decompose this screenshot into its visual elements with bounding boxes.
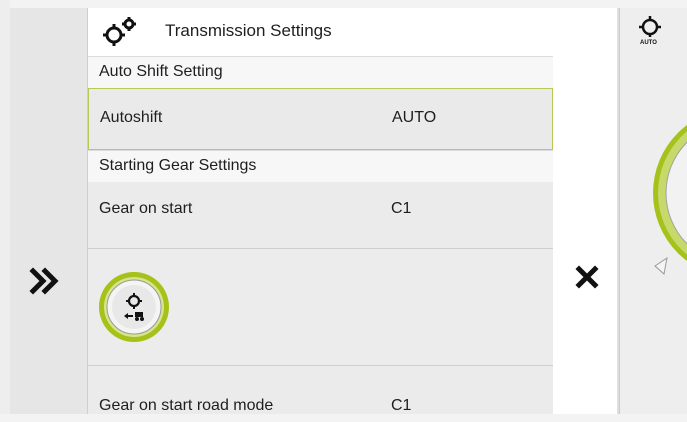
screen-bezel-left bbox=[0, 0, 10, 422]
auto-gauge-preview bbox=[653, 125, 687, 275]
close-button[interactable] bbox=[570, 260, 604, 294]
left-sidebar bbox=[10, 8, 88, 414]
setting-value: C1 bbox=[391, 397, 412, 414]
setting-row-gear-on-start-road[interactable]: Gear on start road mode C1 bbox=[88, 366, 553, 414]
close-icon bbox=[575, 265, 599, 289]
section-header-starting-gear: Starting Gear Settings bbox=[88, 150, 553, 183]
setting-label: Gear on start bbox=[99, 200, 193, 217]
auto-badge: AUTO bbox=[640, 40, 657, 46]
auto-gear-icon[interactable]: AUTO bbox=[633, 12, 667, 52]
setting-label: Gear on start road mode bbox=[99, 397, 274, 414]
setting-row-gear-on-start[interactable]: Gear on start C1 bbox=[88, 182, 553, 248]
setting-label: Autoshift bbox=[100, 109, 163, 126]
screen-bezel-bottom bbox=[0, 414, 687, 422]
double-chevron-right-icon bbox=[29, 267, 59, 295]
section-label: Auto Shift Setting bbox=[99, 63, 223, 80]
panel-header: Transmission Settings bbox=[88, 8, 553, 56]
close-column bbox=[553, 8, 618, 414]
section-label: Starting Gear Settings bbox=[99, 157, 257, 174]
page-title: Transmission Settings bbox=[165, 21, 332, 40]
rotary-knob-button[interactable] bbox=[97, 270, 171, 344]
setting-row-autoshift[interactable]: Autoshift AUTO bbox=[88, 88, 553, 150]
screen-bezel-top bbox=[0, 0, 687, 8]
setting-value: AUTO bbox=[392, 109, 437, 126]
settings-panel: Transmission Settings Auto Shift Setting… bbox=[88, 8, 553, 414]
right-pane bbox=[619, 8, 687, 414]
expand-button[interactable] bbox=[24, 258, 70, 304]
gears-icon bbox=[100, 14, 140, 50]
section-header-auto-shift: Auto Shift Setting bbox=[88, 56, 553, 89]
setting-value: C1 bbox=[391, 200, 412, 217]
